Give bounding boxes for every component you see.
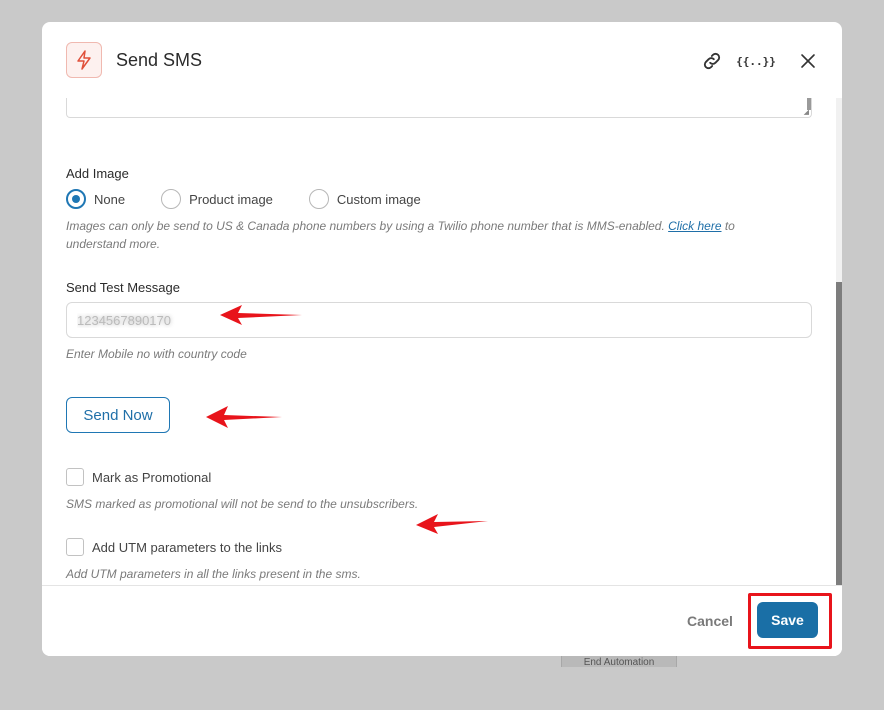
test-phone-help: Enter Mobile no with country code <box>66 347 247 361</box>
cancel-button[interactable]: Cancel <box>687 613 733 629</box>
close-icon[interactable] <box>796 49 820 73</box>
radio-custom-image[interactable]: Custom image <box>308 189 421 209</box>
resize-handle-icon[interactable]: ◢ <box>804 108 809 116</box>
annotation-arrow-send <box>206 406 282 428</box>
annotation-arrow-promotional <box>416 514 488 534</box>
message-textarea[interactable]: ◢ <box>66 98 812 118</box>
promotional-label: Mark as Promotional <box>92 469 212 485</box>
radio-product-image[interactable]: Product image <box>161 189 273 209</box>
add-image-help-text: Images can only be send to US & Canada p… <box>66 219 665 233</box>
modal-body: ◢ Add Image None Product image Custom im… <box>42 98 842 585</box>
promotional-checkbox-row[interactable]: Mark as Promotional <box>66 468 211 486</box>
image-radio-group: None Product image Custom image <box>66 188 457 210</box>
send-now-button[interactable]: Send Now <box>66 397 170 433</box>
radio-product-image-control[interactable] <box>161 189 182 209</box>
radio-custom-image-control[interactable] <box>308 189 329 209</box>
add-image-help: Images can only be send to US & Canada p… <box>66 217 796 253</box>
click-here-link[interactable]: Click here <box>668 219 721 233</box>
radio-none[interactable]: None <box>66 189 125 209</box>
utm-label: Add UTM parameters to the links <box>92 539 283 555</box>
utm-help: Add UTM parameters in all the links pres… <box>66 567 361 581</box>
modal-scrollbar-thumb[interactable] <box>836 282 842 585</box>
utm-checkbox-row[interactable]: Add UTM parameters to the links <box>66 538 282 556</box>
link-icon[interactable] <box>700 49 724 73</box>
add-image-label: Add Image <box>66 166 129 181</box>
radio-product-image-label: Product image <box>189 191 273 207</box>
promotional-help: SMS marked as promotional will not be se… <box>66 497 419 511</box>
radio-custom-image-label: Custom image <box>336 191 421 207</box>
modal-footer: Cancel Save <box>42 585 842 656</box>
radio-none-control[interactable] <box>66 189 86 209</box>
annotation-arrow-input <box>220 305 302 325</box>
bolt-icon <box>66 42 102 78</box>
radio-none-label: None <box>94 191 126 207</box>
send-sms-modal: Send SMS {{..}} ◢ Add Image None Product… <box>42 22 842 656</box>
send-test-message-label: Send Test Message <box>66 280 180 295</box>
merge-tags-icon[interactable]: {{..}} <box>736 49 776 73</box>
promotional-checkbox[interactable] <box>66 468 84 486</box>
test-phone-input[interactable] <box>66 302 812 338</box>
end-automation-node: End Automation <box>561 655 677 667</box>
modal-title: Send SMS <box>116 49 203 70</box>
save-button[interactable]: Save <box>757 602 818 638</box>
utm-checkbox[interactable] <box>66 538 84 556</box>
